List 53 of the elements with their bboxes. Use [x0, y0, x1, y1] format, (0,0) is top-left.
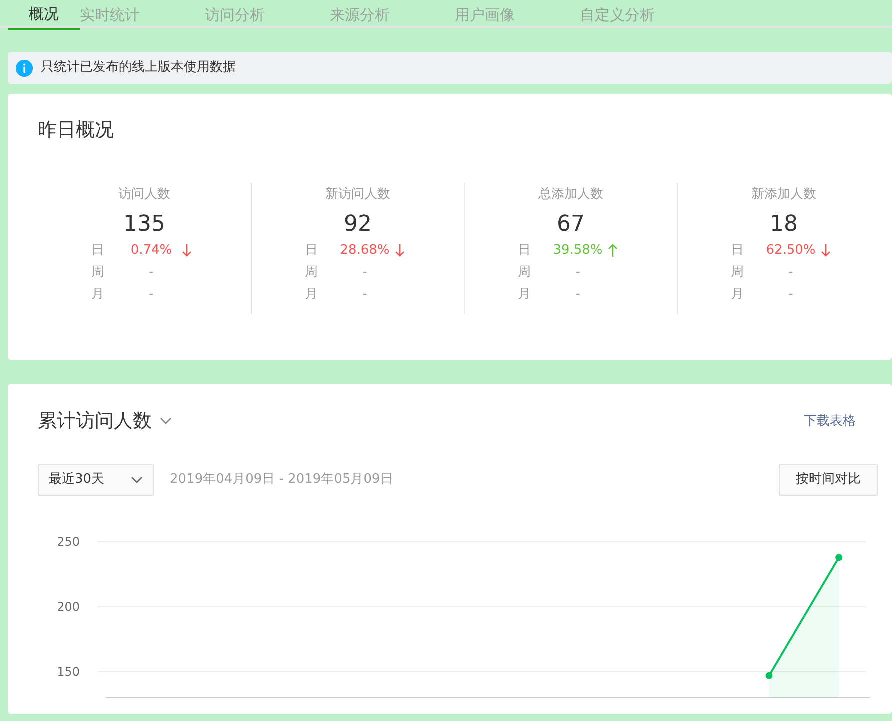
card-title: 昨日概况 — [38, 118, 115, 143]
change-value: 62.50% — [765, 242, 817, 260]
stat-label: 新访问人数 — [324, 186, 392, 204]
tab[interactable]: 实时统计 — [80, 0, 205, 30]
stat-value: 92 — [343, 211, 373, 239]
y-tick-label: 150 — [57, 664, 80, 678]
change-value: - — [362, 286, 368, 304]
period-label: 月 — [92, 286, 106, 304]
y-tick-label: 250 — [57, 534, 80, 548]
date-range: 2019年04月09日 - 2019年05月09日 — [170, 470, 394, 489]
change-value: - — [148, 264, 155, 282]
period-label: 日 — [305, 242, 319, 260]
period-label: 周 — [731, 264, 745, 282]
period-label: 月 — [731, 286, 745, 304]
change-value: - — [788, 286, 794, 304]
chevron-down-icon — [131, 476, 143, 484]
tab[interactable]: 用户画像 — [455, 0, 580, 30]
change-value: - — [788, 264, 794, 282]
notice-text: 只统计已发布的线上版本使用数据 — [41, 59, 236, 78]
range-select[interactable]: 最近30天 — [38, 464, 154, 496]
period-label: 月 — [518, 286, 532, 304]
card-title: 累计访问人数 — [38, 409, 152, 434]
period-label: 日 — [518, 242, 532, 260]
stat-value: 67 — [556, 211, 586, 239]
stat-label: 总添加人数 — [538, 186, 604, 204]
tab[interactable]: 来源分析 — [330, 0, 455, 30]
change-value: 0.74% — [130, 242, 174, 260]
period-label: 周 — [518, 264, 532, 282]
chevron-down-icon[interactable] — [160, 417, 172, 426]
data-point — [766, 672, 773, 679]
y-tick-label: 200 — [57, 600, 80, 614]
period-label: 周 — [305, 264, 319, 282]
period-label: 日 — [92, 242, 106, 260]
tab[interactable]: 自定义分析 — [580, 0, 705, 30]
period-label: 日 — [731, 242, 745, 260]
change-value: - — [574, 264, 582, 282]
data-point — [836, 554, 843, 561]
tab[interactable]: 概况 — [8, 0, 80, 30]
change-value: - — [574, 286, 582, 304]
stat-value: 18 — [769, 211, 799, 239]
period-label: 月 — [305, 286, 319, 304]
change-value: - — [148, 286, 155, 304]
tab[interactable]: 访问分析 — [205, 0, 330, 30]
change-value: 28.68% — [339, 242, 391, 260]
compare-button[interactable]: 按时间对比 — [779, 464, 878, 496]
stat-label: 新添加人数 — [750, 186, 818, 204]
stat-value: 135 — [122, 211, 166, 239]
stat-label: 访问人数 — [118, 186, 172, 204]
change-value: - — [362, 264, 368, 282]
download-link[interactable]: 下载表格 — [804, 412, 856, 431]
change-value: 39.58% — [552, 242, 604, 260]
period-label: 周 — [92, 264, 106, 282]
info-icon — [16, 60, 33, 76]
